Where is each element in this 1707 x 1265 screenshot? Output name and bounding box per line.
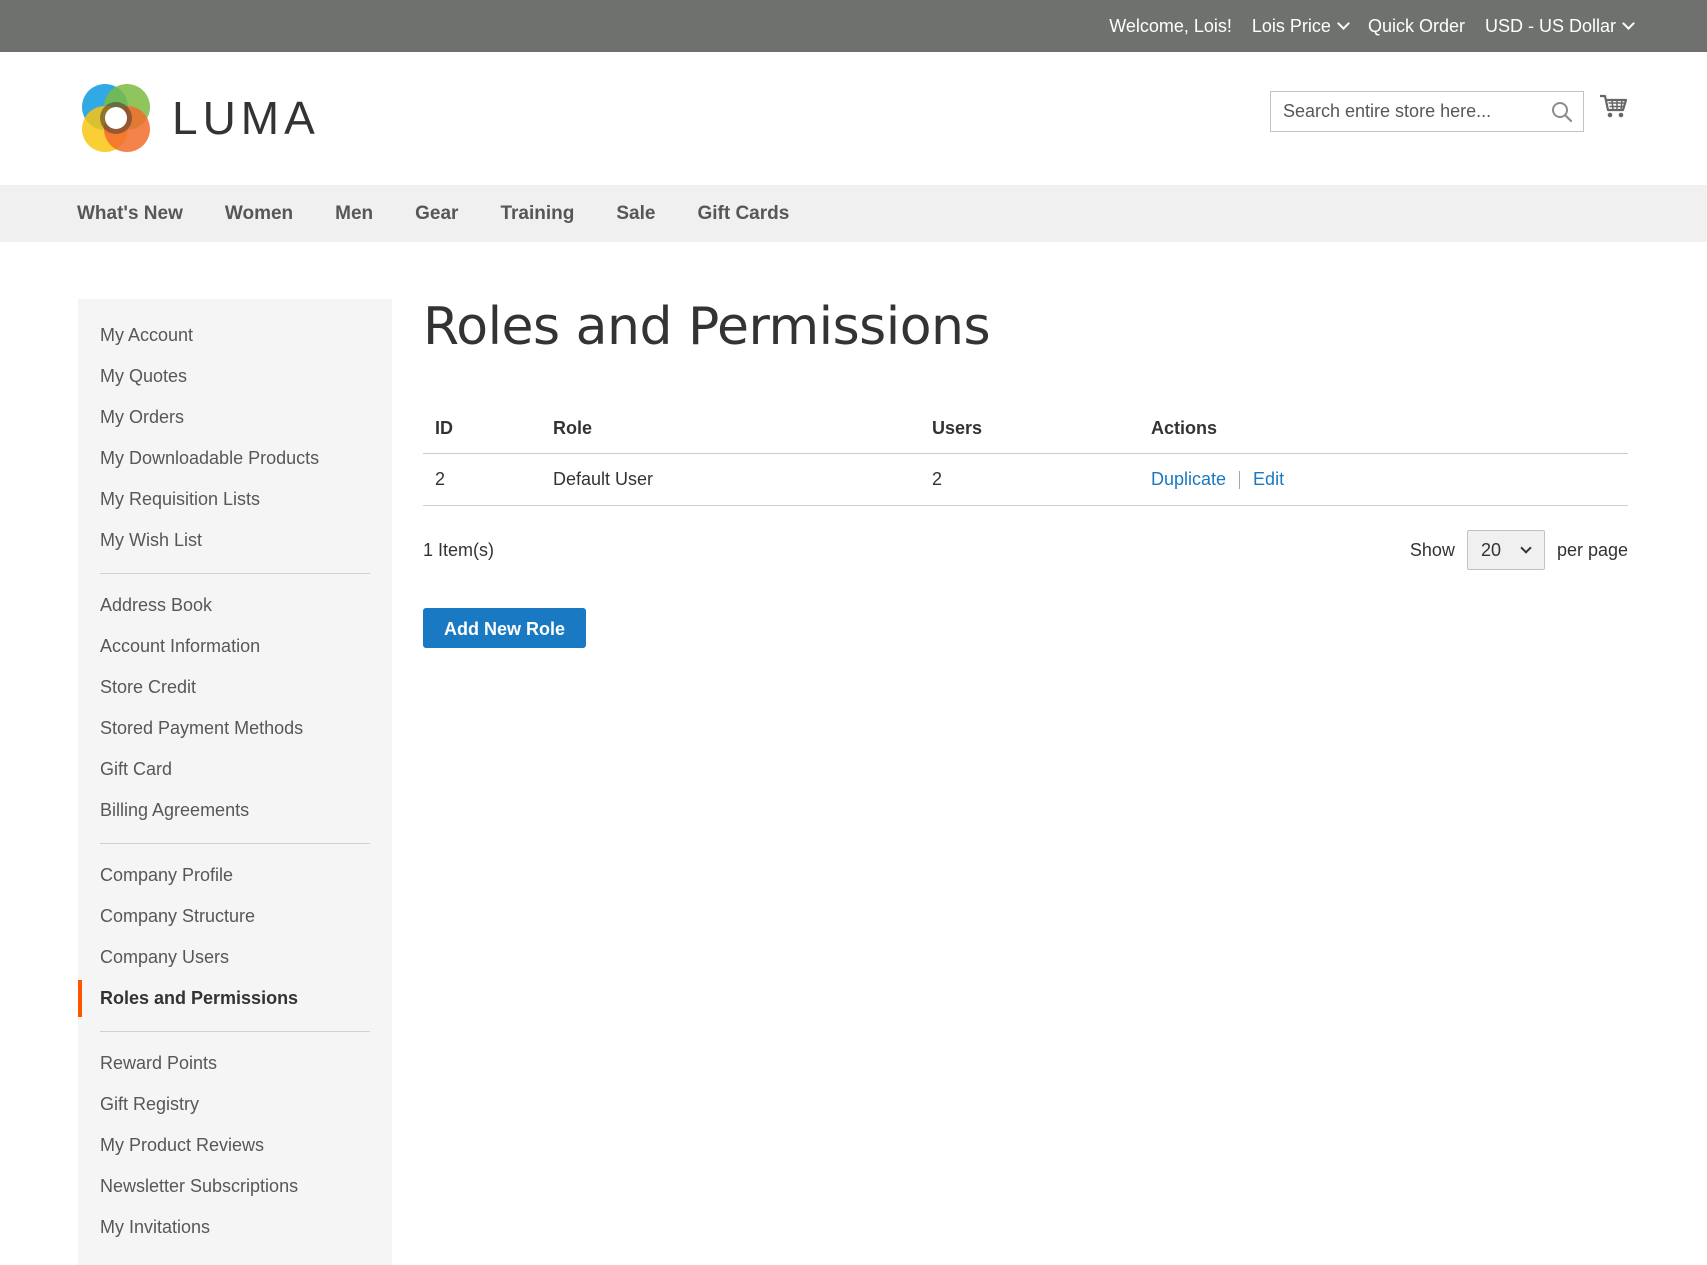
cell-id: 2 bbox=[435, 469, 446, 489]
table-toolbar: 1 Item(s) Show 20 per page bbox=[423, 530, 1628, 570]
column-header-users: Users bbox=[932, 418, 983, 438]
sidebar-item-account-information[interactable]: Account Information bbox=[78, 626, 392, 667]
cart-icon[interactable] bbox=[1599, 92, 1627, 120]
sidebar-item-my-wish-list[interactable]: My Wish List bbox=[78, 520, 392, 561]
sidebar-item-company-profile[interactable]: Company Profile bbox=[78, 855, 392, 896]
sidebar-divider bbox=[100, 1031, 370, 1032]
chevron-down-icon bbox=[1520, 542, 1532, 554]
sidebar-item-company-users[interactable]: Company Users bbox=[78, 937, 392, 978]
page-title: Roles and Permissions bbox=[423, 297, 991, 357]
sidebar-divider bbox=[100, 843, 370, 844]
edit-link[interactable]: Edit bbox=[1253, 469, 1284, 490]
currency-label: USD - US Dollar bbox=[1484, 15, 1616, 36]
header: LUMA bbox=[0, 52, 1707, 185]
per-page-value: 20 bbox=[1480, 539, 1501, 560]
nav-item-gear[interactable]: Gear bbox=[415, 203, 458, 225]
chevron-down-icon bbox=[1337, 17, 1350, 30]
sidebar-item-my-orders[interactable]: My Orders bbox=[78, 397, 392, 438]
sidebar-item-my-requisition-lists[interactable]: My Requisition Lists bbox=[78, 479, 392, 520]
sidebar-item-billing-agreements[interactable]: Billing Agreements bbox=[78, 790, 392, 831]
chevron-down-icon bbox=[1622, 17, 1635, 30]
sidebar-item-my-quotes[interactable]: My Quotes bbox=[78, 356, 392, 397]
sidebar-item-my-invitations[interactable]: My Invitations bbox=[78, 1207, 392, 1248]
logo[interactable]: LUMA bbox=[78, 80, 320, 156]
cell-actions: Duplicate Edit bbox=[1151, 469, 1628, 490]
sidebar-item-gift-card[interactable]: Gift Card bbox=[78, 749, 392, 790]
nav-item-training[interactable]: Training bbox=[500, 203, 574, 225]
nav-item-whats-new[interactable]: What's New bbox=[77, 203, 183, 225]
per-page-label: per page bbox=[1556, 539, 1628, 560]
account-sidebar: My Account My Quotes My Orders My Downlo… bbox=[78, 299, 392, 1265]
sidebar-item-gift-registry[interactable]: Gift Registry bbox=[78, 1084, 392, 1125]
duplicate-link[interactable]: Duplicate bbox=[1151, 469, 1226, 490]
search-box[interactable] bbox=[1270, 91, 1584, 132]
sidebar-item-stored-payment-methods[interactable]: Stored Payment Methods bbox=[78, 708, 392, 749]
column-header-role: Role bbox=[553, 418, 593, 438]
column-header-actions: Actions bbox=[1151, 418, 1218, 438]
currency-switcher[interactable]: USD - US Dollar bbox=[1484, 15, 1635, 37]
sidebar-item-store-credit[interactable]: Store Credit bbox=[78, 667, 392, 708]
column-header-id: ID bbox=[435, 418, 453, 438]
per-page-limiter: Show 20 per page bbox=[1410, 530, 1628, 570]
sidebar-item-newsletter-subscriptions[interactable]: Newsletter Subscriptions bbox=[78, 1166, 392, 1207]
welcome-message: Welcome, Lois! bbox=[1109, 15, 1232, 36]
show-label: Show bbox=[1409, 539, 1455, 560]
sidebar-item-my-account[interactable]: My Account bbox=[78, 315, 392, 356]
cell-role: Default User bbox=[553, 469, 654, 489]
sidebar-item-reward-points[interactable]: Reward Points bbox=[78, 1043, 392, 1084]
main-navigation: What's New Women Men Gear Training Sale … bbox=[0, 185, 1707, 242]
quick-order-link[interactable]: Quick Order bbox=[1368, 16, 1465, 37]
search-input[interactable] bbox=[1271, 92, 1541, 131]
sidebar-item-my-downloadable-products[interactable]: My Downloadable Products bbox=[78, 438, 392, 479]
nav-item-men[interactable]: Men bbox=[335, 203, 373, 225]
sidebar-item-address-book[interactable]: Address Book bbox=[78, 585, 392, 626]
sidebar-divider bbox=[100, 573, 370, 574]
sidebar-item-roles-and-permissions[interactable]: Roles and Permissions bbox=[78, 978, 392, 1019]
luma-logo-icon bbox=[82, 84, 150, 152]
search-icon[interactable] bbox=[1551, 101, 1573, 123]
top-bar: Welcome, Lois! Lois Price Quick Order US… bbox=[0, 0, 1707, 52]
sidebar-item-company-structure[interactable]: Company Structure bbox=[78, 896, 392, 937]
nav-item-women[interactable]: Women bbox=[225, 203, 293, 225]
action-separator bbox=[1239, 470, 1241, 489]
account-menu[interactable]: Lois Price bbox=[1251, 15, 1350, 37]
per-page-select[interactable]: 20 bbox=[1466, 530, 1545, 570]
main-content: Roles and Permissions ID Role Users Acti… bbox=[423, 295, 1628, 648]
nav-item-sale[interactable]: Sale bbox=[616, 203, 655, 225]
items-count: 1 Item(s) bbox=[423, 539, 495, 560]
cell-users: 2 bbox=[932, 469, 943, 489]
sidebar-item-my-product-reviews[interactable]: My Product Reviews bbox=[78, 1125, 392, 1166]
add-new-role-button[interactable]: Add New Role bbox=[423, 608, 587, 648]
top-bar-links: Welcome, Lois! Lois Price Quick Order US… bbox=[1109, 0, 1635, 52]
table-row: 2 Default User 2 Duplicate Edit bbox=[423, 454, 1628, 506]
roles-table: ID Role Users Actions 2 Default User 2 D… bbox=[423, 404, 1628, 506]
logo-text: LUMA bbox=[172, 92, 320, 144]
account-name: Lois Price bbox=[1251, 15, 1331, 36]
nav-item-gift-cards[interactable]: Gift Cards bbox=[697, 203, 789, 225]
table-header: ID Role Users Actions bbox=[423, 404, 1628, 454]
